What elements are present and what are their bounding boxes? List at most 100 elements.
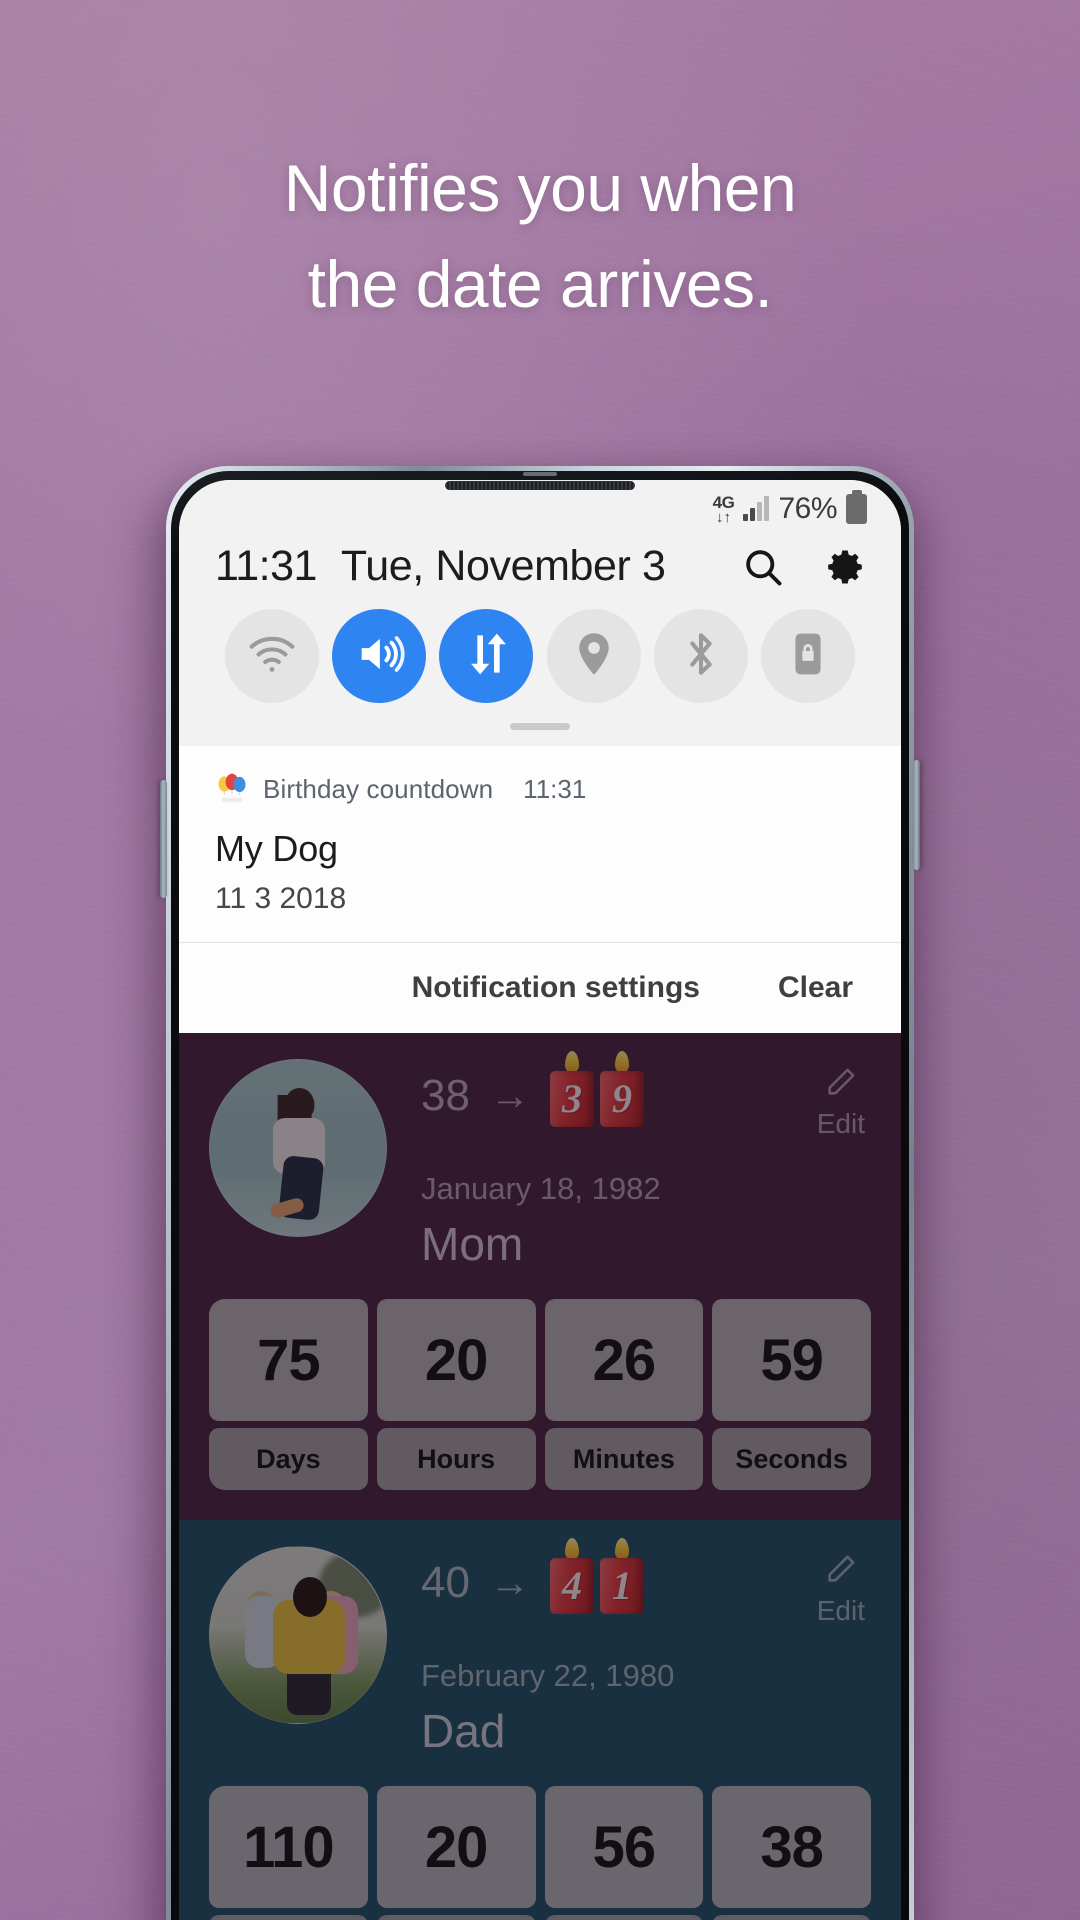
- countdown-value: 75: [209, 1299, 368, 1421]
- power-button[interactable]: [913, 760, 920, 870]
- quick-toggle-location[interactable]: [546, 609, 641, 703]
- countdown-value: 20: [376, 1786, 536, 1908]
- candle-digit: 9: [611, 1076, 632, 1121]
- headline-line-2: the date arrives.: [307, 247, 773, 321]
- notification-header: Birthday countdown 11:31: [215, 772, 865, 806]
- candle-digit: 3: [561, 1076, 582, 1121]
- birthday-info: 38 → 3 9 January 18, 1982 Mom: [413, 1051, 871, 1271]
- battery-icon: [846, 494, 867, 524]
- phone-bezel: 4G ↓↑ 76% 11:31 Tue, November 3 Birthday…: [171, 471, 909, 1920]
- microphone-notch: [523, 472, 557, 476]
- wifi-icon: [246, 628, 298, 685]
- countdown-cell-hours: 20 Hours: [376, 1299, 536, 1490]
- volume-button[interactable]: [160, 780, 167, 898]
- countdown-label: Seconds: [712, 1428, 871, 1490]
- gear-icon[interactable]: [823, 545, 867, 589]
- avatar-figure: [284, 1088, 315, 1123]
- notification-title: My Dog: [215, 828, 338, 869]
- notification-action-row: Notification settings Clear: [179, 942, 901, 1033]
- panel-drag-handle[interactable]: [510, 723, 570, 730]
- candle-icon: 1: [599, 1538, 644, 1614]
- countdown-value: 59: [712, 1299, 871, 1421]
- countdown-cell-seconds: 38 Seconds: [712, 1786, 871, 1920]
- signal-bars-icon: [743, 496, 770, 521]
- countdown-value: 110: [209, 1786, 368, 1908]
- candle-icon: 9: [599, 1051, 644, 1127]
- pencil-icon: [824, 1065, 858, 1104]
- quick-toggle-row: [179, 601, 901, 709]
- countdown-label: Minutes: [544, 1428, 704, 1490]
- notification-body: 11 3 2018: [215, 882, 347, 915]
- quick-toggle-screen-lock[interactable]: [760, 609, 855, 703]
- countdown-row: 110 Days 20 Hours 56 Minutes: [209, 1786, 871, 1920]
- flame-icon: [564, 1051, 579, 1073]
- current-age-label: 38: [421, 1071, 470, 1120]
- birthday-person-name: Mom: [421, 1218, 524, 1270]
- next-age-candles: 3 9: [549, 1051, 644, 1127]
- quick-settings-panel: 11:31 Tue, November 3: [179, 530, 901, 746]
- candle-wax: 9: [599, 1071, 644, 1127]
- location-pin-icon: [568, 628, 620, 685]
- birthday-person-name: Dad: [421, 1705, 506, 1757]
- promo-headline: Notifies you when the date arrives.: [0, 140, 1080, 332]
- age-progression-row: 38 → 3 9: [413, 1051, 871, 1127]
- search-icon[interactable]: [741, 545, 785, 589]
- birthday-card-top: 40 → 4 1 February 22, 1980 Dad Edit: [209, 1538, 871, 1758]
- quick-toggle-bluetooth[interactable]: [653, 609, 748, 703]
- avatar-figure: [292, 1576, 327, 1617]
- candle-wax: 3: [549, 1071, 594, 1127]
- network-type-indicator: 4G ↓↑: [713, 494, 735, 525]
- countdown-label: Hours: [376, 1428, 536, 1490]
- birthday-info: 40 → 4 1 February 22, 1980 Dad: [413, 1538, 871, 1758]
- countdown-cell-minutes: 56 Minutes: [544, 1786, 704, 1920]
- phone-device-frame: 4G ↓↑ 76% 11:31 Tue, November 3 Birthday…: [166, 466, 914, 1920]
- edit-button[interactable]: Edit: [817, 1065, 865, 1140]
- data-transfer-arrows-icon: ↓↑: [716, 508, 731, 526]
- promo-backdrop: Notifies you when the date arrives. 4G ↓…: [0, 0, 1080, 1920]
- quick-toggle-mobile-data[interactable]: [439, 609, 534, 703]
- bluetooth-icon: [675, 628, 727, 685]
- notification-timestamp: 11:31: [523, 773, 587, 804]
- clear-button[interactable]: Clear: [778, 971, 853, 1005]
- phone-screen: 4G ↓↑ 76% 11:31 Tue, November 3 Birthday…: [179, 480, 901, 1920]
- balloons-icon: [215, 772, 249, 806]
- avatar[interactable]: [209, 1059, 387, 1237]
- app-content-behind-shade: 38 → 3 9 January 18, 1982 Mom Edit 75 Da…: [179, 1033, 901, 1920]
- candle-icon: 4: [549, 1538, 594, 1614]
- avatar[interactable]: [209, 1546, 387, 1724]
- notification-settings-button[interactable]: Notification settings: [412, 971, 700, 1005]
- birthday-card-mom[interactable]: 38 → 3 9 January 18, 1982 Mom Edit 75 Da…: [179, 1033, 901, 1520]
- birthday-card-top: 38 → 3 9 January 18, 1982 Mom Edit: [209, 1051, 871, 1271]
- countdown-row: 75 Days 20 Hours 26 Minutes 59 Seconds: [209, 1299, 871, 1490]
- countdown-cell-days: 110 Days: [209, 1786, 368, 1920]
- countdown-value: 26: [544, 1299, 704, 1421]
- earpiece-speaker-icon: [445, 481, 635, 490]
- quick-toggle-wifi[interactable]: [225, 609, 319, 703]
- next-age-candles: 4 1: [549, 1538, 644, 1614]
- candle-wax: 4: [549, 1558, 594, 1614]
- edit-button[interactable]: Edit: [817, 1552, 865, 1627]
- flame-icon: [564, 1538, 579, 1560]
- network-type-label: 4G: [712, 492, 735, 512]
- edit-label: Edit: [816, 1108, 865, 1139]
- notification-shade: Birthday countdown 11:31 My Dog 11 3 201…: [179, 746, 901, 1033]
- candle-digit: 4: [561, 1563, 582, 1608]
- arrow-right-icon: →: [489, 1560, 530, 1605]
- battery-percent-label: 76%: [778, 492, 837, 525]
- mobile-data-icon: [460, 628, 512, 685]
- countdown-label: Seconds: [712, 1915, 871, 1920]
- countdown-cell-seconds: 59 Seconds: [712, 1299, 871, 1490]
- countdown-value: 38: [712, 1786, 871, 1908]
- sound-icon: [353, 628, 405, 685]
- screen-lock-icon: [782, 628, 834, 685]
- pencil-icon: [824, 1552, 858, 1591]
- birthday-card-dad[interactable]: 40 → 4 1 February 22, 1980 Dad Edit 110 …: [179, 1520, 901, 1920]
- notification-card[interactable]: Birthday countdown 11:31 My Dog 11 3 201…: [179, 746, 901, 942]
- candle-digit: 1: [611, 1563, 632, 1608]
- clock-label: 11:31: [215, 542, 317, 590]
- quick-toggle-sound[interactable]: [332, 609, 427, 703]
- countdown-label: Days: [209, 1915, 368, 1920]
- countdown-label: Days: [209, 1428, 368, 1490]
- quick-panel-header: 11:31 Tue, November 3: [179, 530, 901, 601]
- countdown-cell-hours: 20 Hours: [376, 1786, 536, 1920]
